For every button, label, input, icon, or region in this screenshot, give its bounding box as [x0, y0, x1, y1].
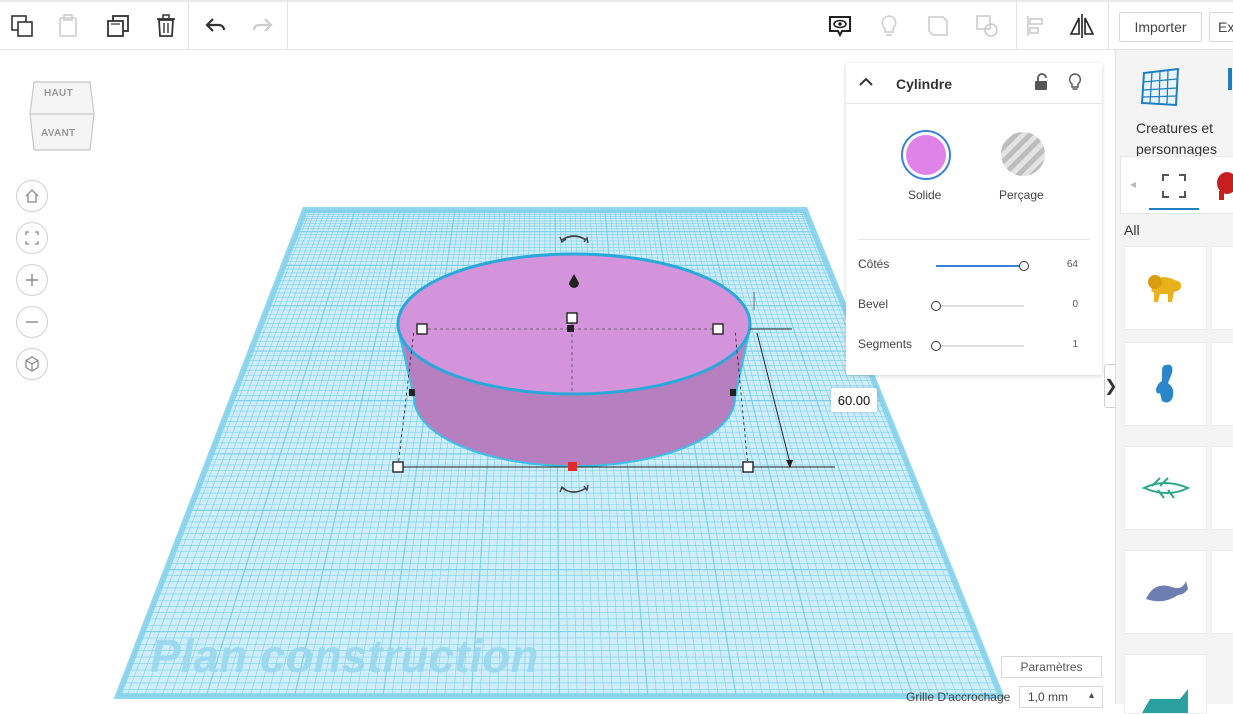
category-label: Creatures et personnages: [1136, 120, 1217, 157]
shape-inspector: Cylindre Solide Perçage Côtés 64 Bevel 0 Seg…: [846, 63, 1102, 375]
solid-option[interactable]: [901, 130, 951, 180]
slider-value[interactable]: 64: [1067, 259, 1078, 270]
view-cube-top-label: HAUT: [44, 88, 73, 99]
snap-grid-value: 1,0 mm: [1028, 690, 1069, 704]
filter-label: All: [1124, 222, 1140, 238]
solid-color-swatch: [906, 135, 946, 175]
slider-label: Segments: [858, 337, 913, 351]
ungroup-icon[interactable]: [969, 8, 1005, 44]
height-dimension-input[interactable]: 60.00: [831, 388, 877, 412]
settings-button[interactable]: Paramètres: [1001, 656, 1102, 678]
slider-handle[interactable]: [931, 341, 941, 351]
shapes-library-panel: Creatures et personnages ◂ All: [1115, 50, 1233, 714]
mirror-icon[interactable]: [1064, 8, 1100, 44]
grid-category-icon[interactable]: [1140, 65, 1182, 109]
slider-track[interactable]: [931, 341, 1024, 351]
dragonfly-icon: [1141, 477, 1190, 499]
home-icon: [25, 189, 39, 203]
slider-value[interactable]: 1: [1072, 339, 1078, 350]
home-view-button[interactable]: [16, 180, 48, 212]
slider-label: Bevel: [858, 297, 889, 311]
main-toolbar: Importer Ex: [0, 0, 1233, 50]
lightbulb-icon[interactable]: [871, 8, 907, 44]
fit-view-button[interactable]: [16, 222, 48, 254]
plus-icon: [26, 274, 38, 286]
lion-icon: [1147, 275, 1181, 302]
view-cube-front-label: AVANT: [41, 128, 76, 139]
slider-label: Côtés: [858, 257, 890, 271]
all-shapes-icon[interactable]: [1159, 171, 1189, 201]
slider-handle[interactable]: [1019, 261, 1029, 271]
unlock-icon[interactable]: [1033, 72, 1049, 92]
slider-track[interactable]: [936, 261, 1029, 271]
zoom-out-button[interactable]: [16, 306, 48, 338]
export-button[interactable]: Ex: [1209, 12, 1233, 42]
library-item-whale[interactable]: [1124, 550, 1207, 634]
hole-label: Perçage: [999, 188, 1044, 202]
snap-grid-select[interactable]: 1,0 mm ▴: [1019, 686, 1103, 708]
chevron-up-icon[interactable]: [859, 76, 873, 88]
character-icon[interactable]: [1213, 169, 1233, 203]
solid-label: Solide: [908, 188, 942, 202]
chevron-down-icon: ▴: [1088, 690, 1094, 701]
minus-icon: [26, 321, 38, 323]
perspective-button[interactable]: [16, 348, 48, 380]
creature-icon: [1141, 689, 1188, 713]
slider-handle[interactable]: [931, 301, 941, 311]
whale-icon: [1145, 581, 1188, 602]
lightbulb-icon[interactable]: [1067, 72, 1083, 92]
library-item-lion[interactable]: [1124, 246, 1207, 330]
import-button[interactable]: Importer: [1119, 12, 1202, 42]
inspector-header: Cylindre: [846, 63, 1102, 104]
cube-icon: [25, 356, 39, 372]
paste-icon[interactable]: [50, 8, 86, 44]
snap-grid-label: Grille D'accrochage: [906, 690, 1011, 704]
slider-value[interactable]: 0: [1072, 299, 1078, 310]
slider-track[interactable]: [931, 301, 1024, 311]
inspector-title: Cylindre: [896, 76, 953, 92]
delete-icon[interactable]: [148, 8, 184, 44]
redo-icon[interactable]: [244, 8, 280, 44]
library-item-creature[interactable]: [1124, 654, 1207, 714]
library-item-dragonfly[interactable]: [1124, 446, 1207, 530]
copy-icon[interactable]: [4, 8, 40, 44]
dinosaur-icon: [1155, 364, 1173, 403]
library-tabs: ◂: [1120, 156, 1233, 214]
scroll-left-icon[interactable]: ◂: [1130, 177, 1136, 191]
hole-option[interactable]: [1001, 132, 1045, 176]
zoom-in-button[interactable]: [16, 264, 48, 296]
library-item-dinosaur[interactable]: [1124, 342, 1207, 426]
group-icon[interactable]: [920, 8, 956, 44]
view-cube[interactable]: HAUT AVANT: [28, 76, 98, 161]
duplicate-icon[interactable]: [100, 8, 136, 44]
notes-visibility-icon[interactable]: [822, 8, 858, 44]
align-icon[interactable]: [1018, 8, 1054, 44]
fit-view-icon: [25, 231, 39, 245]
undo-icon[interactable]: [198, 8, 234, 44]
